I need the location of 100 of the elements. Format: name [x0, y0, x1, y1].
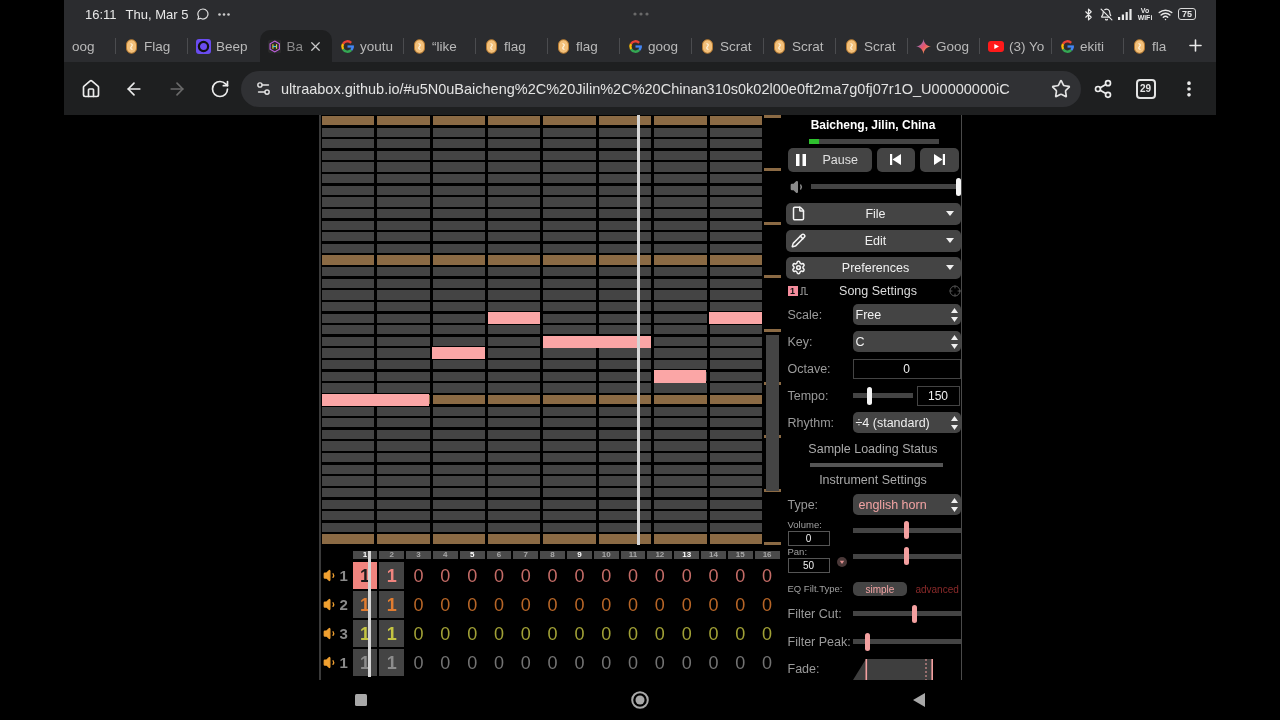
note-block[interactable] — [543, 335, 651, 348]
caret-circle-icon[interactable] — [837, 557, 847, 568]
pattern-cell[interactable]: 0 — [406, 649, 431, 676]
pattern-cell[interactable]: 0 — [406, 620, 431, 647]
browser-tab[interactable]: goog — [620, 30, 692, 62]
tab-count-button[interactable]: 29 — [1135, 78, 1156, 99]
browser-tab[interactable]: oog — [64, 30, 116, 62]
menu-button[interactable]: Edit — [785, 229, 961, 252]
pattern-cell[interactable]: 0 — [593, 620, 619, 647]
tune-icon[interactable] — [255, 80, 272, 97]
pattern-cell[interactable]: 1 — [379, 620, 405, 647]
bar-number[interactable]: 12 — [647, 551, 673, 559]
pattern-cell[interactable]: 0 — [459, 620, 485, 647]
bar-number[interactable]: 5 — [459, 551, 485, 559]
pattern-cell[interactable]: 0 — [459, 562, 485, 589]
slider-thumb[interactable] — [904, 547, 909, 566]
number-field[interactable]: 0 — [787, 531, 830, 547]
pattern-cell[interactable]: 0 — [459, 649, 485, 676]
previous-button[interactable] — [876, 147, 915, 172]
pattern-cell[interactable]: 0 — [513, 591, 539, 618]
pattern-cell[interactable]: 0 — [513, 562, 539, 589]
pattern-cell[interactable]: 0 — [406, 562, 431, 589]
menu-button[interactable]: Preferences — [785, 256, 961, 279]
reload-icon[interactable] — [209, 78, 230, 99]
pattern-cell[interactable]: 0 — [620, 620, 646, 647]
home-circle-icon[interactable] — [631, 691, 649, 709]
dropdown[interactable]: ÷4 (standard) — [852, 412, 961, 434]
song-progress-track[interactable] — [808, 139, 939, 144]
bar-number[interactable]: 13 — [674, 551, 700, 559]
pattern-cell[interactable]: 0 — [754, 562, 780, 589]
pattern-cell[interactable]: 0 — [406, 591, 431, 618]
pattern-cell[interactable]: 0 — [647, 591, 673, 618]
eq-type-option[interactable]: simple — [852, 582, 908, 597]
pattern-cell[interactable]: 0 — [567, 562, 592, 589]
pattern-cell[interactable]: 0 — [674, 620, 700, 647]
browser-tab[interactable]: Flag — [116, 30, 188, 62]
slider-thumb[interactable] — [864, 632, 870, 651]
number-field[interactable]: 150 — [916, 385, 960, 406]
pattern-cell[interactable]: 0 — [701, 591, 726, 618]
pattern-cell[interactable]: 0 — [486, 562, 512, 589]
bar-number[interactable]: 15 — [727, 551, 753, 559]
home-icon[interactable] — [80, 78, 101, 99]
number-field[interactable]: 50 — [787, 558, 830, 574]
bar-number[interactable]: 2 — [379, 551, 405, 559]
handle-dots-icon[interactable] — [632, 12, 649, 16]
pattern-cell[interactable]: 0 — [674, 591, 700, 618]
pattern-cell[interactable]: 0 — [513, 620, 539, 647]
browser-tab[interactable]: Scrat — [692, 30, 764, 62]
browser-tab[interactable]: “like — [404, 30, 476, 62]
bar-number[interactable]: 7 — [513, 551, 539, 559]
bar-number[interactable]: 3 — [406, 551, 431, 559]
pattern-cell[interactable]: 0 — [647, 649, 673, 676]
number-field[interactable]: 0 — [852, 358, 961, 379]
browser-tab[interactable]: fla — [1124, 30, 1176, 62]
pattern-cell[interactable]: 0 — [647, 620, 673, 647]
pattern-cell[interactable]: 0 — [567, 620, 592, 647]
browser-tab[interactable]: Scrat — [764, 30, 836, 62]
pattern-cell[interactable]: 0 — [754, 620, 780, 647]
back-triangle-icon[interactable] — [913, 693, 925, 707]
pattern-cell[interactable]: 0 — [513, 649, 539, 676]
browser-tab[interactable]: Goog — [908, 30, 980, 62]
pattern-cell[interactable]: 0 — [486, 649, 512, 676]
pattern-cell[interactable]: 0 — [727, 562, 753, 589]
share-icon[interactable] — [1092, 78, 1113, 99]
pattern-cell[interactable]: 0 — [486, 620, 512, 647]
pattern-cell[interactable]: 0 — [486, 591, 512, 618]
pattern-cell[interactable]: 0 — [674, 562, 700, 589]
address-field[interactable]: ultraabox.github.io/#u5N0uBaicheng%2C%20Jilin%2C%20Chinan310s0k02l00e0ft2ma7g0fj07r1O_U00000000iC — [241, 70, 1081, 107]
next-button[interactable] — [919, 147, 959, 172]
octave-scrollbar[interactable] — [763, 115, 781, 545]
pattern-cell[interactable]: 0 — [593, 649, 619, 676]
pattern-cell[interactable]: 0 — [701, 649, 726, 676]
pattern-cell[interactable]: 0 — [593, 591, 619, 618]
bar-number[interactable]: 6 — [486, 551, 512, 559]
pattern-cell[interactable]: 0 — [432, 591, 458, 618]
browser-tab[interactable]: flag — [548, 30, 620, 62]
pattern-cell[interactable]: 0 — [432, 562, 458, 589]
bar-number[interactable]: 11 — [620, 551, 646, 559]
slider-thumb[interactable] — [904, 521, 909, 540]
browser-tab[interactable]: flag — [476, 30, 548, 62]
pattern-cell[interactable]: 0 — [540, 562, 565, 589]
pattern-cell[interactable]: 1 — [379, 591, 405, 618]
note-block[interactable] — [432, 347, 485, 360]
note-block[interactable] — [487, 312, 540, 325]
slider-thumb[interactable] — [955, 177, 961, 196]
pattern-cell[interactable]: 0 — [567, 649, 592, 676]
pattern-cell[interactable]: 0 — [727, 620, 753, 647]
pattern-cell[interactable]: 0 — [674, 649, 700, 676]
browser-tab[interactable]: Ba — [260, 30, 332, 62]
bar-number[interactable]: 14 — [701, 551, 726, 559]
star-icon[interactable] — [1051, 78, 1071, 99]
pattern-cell[interactable]: 0 — [540, 649, 565, 676]
pattern-cell[interactable]: 0 — [647, 562, 673, 589]
bar-number[interactable]: 9 — [567, 551, 592, 559]
pattern-cell[interactable]: 0 — [432, 620, 458, 647]
slider-thumb[interactable] — [867, 386, 873, 405]
pattern-cell[interactable]: 0 — [540, 591, 565, 618]
pattern-cell[interactable]: 0 — [620, 562, 646, 589]
pattern-cell[interactable]: 0 — [701, 562, 726, 589]
pattern-cell[interactable]: 0 — [593, 562, 619, 589]
